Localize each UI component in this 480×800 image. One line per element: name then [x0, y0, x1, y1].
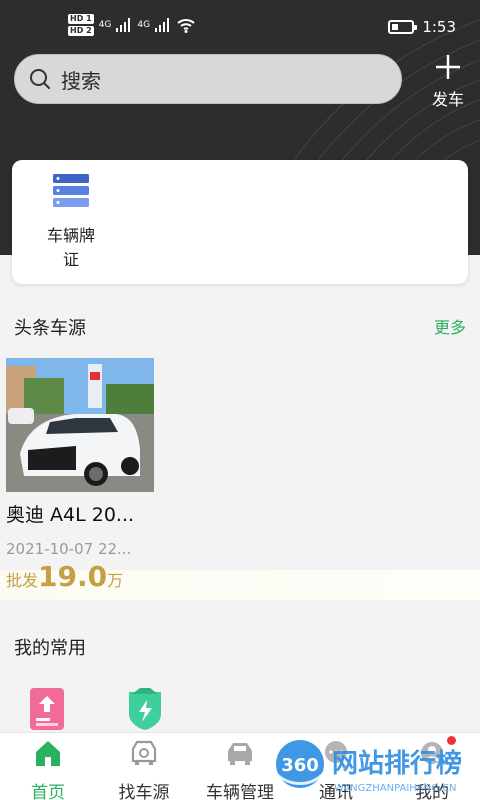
price-row: 批发 19.0 万	[6, 560, 123, 593]
tab-home-label: 首页	[31, 783, 65, 800]
site-watermark: 360 网站排行榜 WANGZHANPAIHANG.CN	[270, 738, 480, 798]
car-listing-card[interactable]: 奥迪 A4L 20... 2021-10-07 22... 批发 19.0 万	[0, 350, 160, 600]
signal-icon	[155, 18, 170, 32]
car-date: 2021-10-07 22...	[6, 540, 132, 558]
more-link[interactable]: 更多	[434, 314, 466, 338]
price-value: 19.0	[38, 560, 108, 593]
plus-icon	[436, 55, 460, 79]
wifi-icon	[177, 19, 195, 33]
car-icon	[228, 743, 252, 765]
search-placeholder: 搜索	[61, 68, 101, 93]
search-icon	[30, 69, 50, 89]
status-bar: HD 1 HD 2 4G 4G 1:53	[0, 0, 480, 52]
server-stack-icon	[53, 174, 89, 207]
signal-icon	[116, 18, 131, 32]
price-prefix: 批发	[6, 571, 39, 590]
shortcut-upload[interactable]	[28, 688, 66, 730]
car-search-icon	[131, 740, 157, 765]
car-photo	[6, 358, 154, 492]
tab-find-car-label: 找车源	[118, 783, 170, 800]
upload-doc-icon	[30, 688, 64, 730]
tab-find-car[interactable]: 找车源	[96, 739, 192, 800]
common-title: 我的常用	[14, 638, 86, 659]
price-unit: 万	[107, 571, 124, 590]
headline-title: 头条车源	[14, 318, 86, 339]
sim1-badge: HD 1	[68, 14, 94, 24]
sim2-badge: HD 2	[68, 26, 94, 36]
publish-label: 发车	[431, 90, 464, 109]
network1-label: 4G	[98, 20, 112, 30]
publish-car-button[interactable]: 发车	[424, 52, 472, 110]
clock: 1:53	[422, 18, 456, 36]
vehicle-license-button[interactable]: 车辆牌证	[30, 172, 112, 272]
headline-section-header: 头条车源 更多	[0, 312, 480, 342]
watermark-url: WANGZHANPAIHANG.CN	[334, 783, 457, 794]
home-icon	[36, 741, 60, 766]
search-input[interactable]: 搜索	[14, 54, 402, 104]
green-car-shield-icon	[129, 688, 161, 730]
watermark-number: 360	[281, 755, 319, 776]
shortcut-car-shield[interactable]	[126, 688, 164, 730]
quick-actions-card: 车辆牌证	[12, 160, 468, 284]
network2-label: 4G	[137, 20, 151, 30]
watermark-text: 网站排行榜	[332, 748, 462, 779]
common-section-header: 我的常用	[0, 632, 480, 662]
vehicle-license-label: 车辆牌证	[46, 226, 95, 269]
tab-home[interactable]: 首页	[0, 739, 96, 800]
battery-icon	[388, 20, 418, 34]
car-title: 奥迪 A4L 20...	[6, 504, 135, 526]
